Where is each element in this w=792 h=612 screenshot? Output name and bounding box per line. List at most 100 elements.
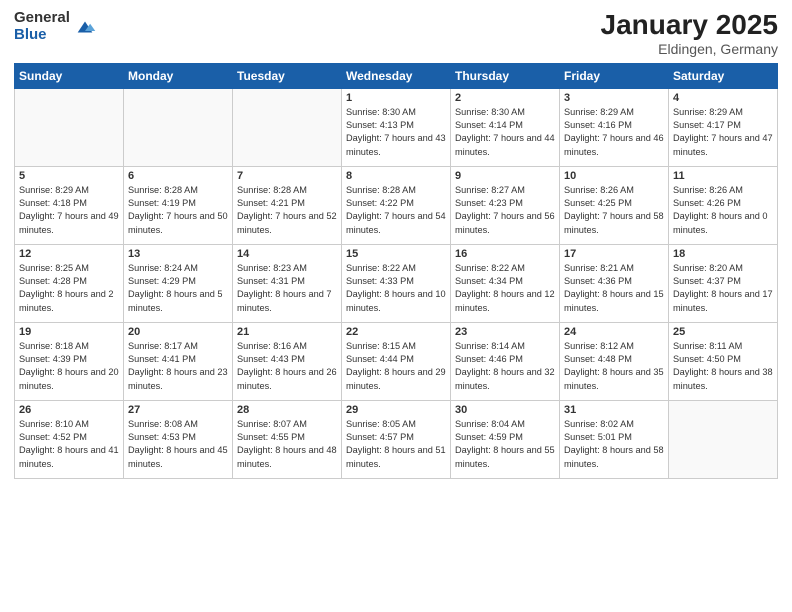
calendar-day-cell: 23Sunrise: 8:14 AMSunset: 4:46 PMDayligh… — [451, 322, 560, 400]
calendar-day-cell — [233, 88, 342, 166]
day-info: Sunrise: 8:08 AMSunset: 4:53 PMDaylight:… — [128, 418, 228, 471]
calendar-day-cell: 15 Sunrise: 8:22 AMSunset: 4:33 PMDayligh… — [342, 244, 451, 322]
calendar-day-cell: 20 Sunrise: 8:17 AMSunset: 4:41 PMDayligh… — [124, 322, 233, 400]
logo-blue-text: Blue — [14, 27, 70, 44]
calendar-day-cell: 12 Sunrise: 8:25 AMSunset: 4:28 PMDayligh… — [15, 244, 124, 322]
calendar-week-row: 1 Sunrise: 8:30 AMSunset: 4:13 PMDaylight… — [15, 88, 778, 166]
day-info: Sunrise: 8:17 AMSunset: 4:41 PMDaylight:… — [128, 340, 228, 393]
day-number: 16 — [455, 248, 555, 260]
day-number: 4 — [673, 92, 773, 104]
weekday-header: Monday — [124, 63, 233, 88]
calendar-week-row: 19 Sunrise: 8:18 AMSunset: 4:39 PMDayligh… — [15, 322, 778, 400]
calendar-title: January 2025 — [601, 10, 778, 41]
weekday-header: Thursday — [451, 63, 560, 88]
day-number: 17 — [564, 248, 664, 260]
calendar-week-row: 12 Sunrise: 8:25 AMSunset: 4:28 PMDayligh… — [15, 244, 778, 322]
calendar-day-cell: 27 Sunrise: 8:08 AMSunset: 4:53 PMDayligh… — [124, 400, 233, 478]
day-info: Sunrise: 8:12 AMSunset: 4:48 PMDaylight:… — [564, 340, 664, 393]
calendar-day-cell: 9Sunrise: 8:27 AMSunset: 4:23 PMDaylight… — [451, 166, 560, 244]
weekday-header: Saturday — [669, 63, 778, 88]
calendar-day-cell: 24Sunrise: 8:12 AMSunset: 4:48 PMDayligh… — [560, 322, 669, 400]
day-info: Sunrise: 8:18 AMSunset: 4:39 PMDaylight:… — [19, 340, 119, 393]
day-number: 15 — [346, 248, 446, 260]
day-number: 19 — [19, 326, 119, 338]
day-info: Sunrise: 8:26 AMSunset: 4:26 PMDaylight:… — [673, 184, 773, 237]
calendar-day-cell: 8 Sunrise: 8:28 AMSunset: 4:22 PMDaylight… — [342, 166, 451, 244]
day-info: Sunrise: 8:07 AMSunset: 4:55 PMDaylight:… — [237, 418, 337, 471]
logo-icon — [74, 16, 96, 38]
day-number: 11 — [673, 170, 773, 182]
calendar-day-cell: 18Sunrise: 8:20 AMSunset: 4:37 PMDayligh… — [669, 244, 778, 322]
calendar-day-cell: 13Sunrise: 8:24 AMSunset: 4:29 PMDayligh… — [124, 244, 233, 322]
day-number: 9 — [455, 170, 555, 182]
calendar-day-cell — [15, 88, 124, 166]
day-info: Sunrise: 8:15 AMSunset: 4:44 PMDaylight:… — [346, 340, 446, 393]
logo: General Blue — [14, 10, 96, 43]
day-info: Sunrise: 8:22 AMSunset: 4:34 PMDaylight:… — [455, 262, 555, 315]
weekday-header: Sunday — [15, 63, 124, 88]
calendar-day-cell: 4 Sunrise: 8:29 AMSunset: 4:17 PMDaylight… — [669, 88, 778, 166]
calendar-day-cell: 25 Sunrise: 8:11 AMSunset: 4:50 PMDayligh… — [669, 322, 778, 400]
day-info: Sunrise: 8:29 AMSunset: 4:16 PMDaylight:… — [564, 106, 664, 159]
day-number: 26 — [19, 404, 119, 416]
calendar-day-cell: 22 Sunrise: 8:15 AMSunset: 4:44 PMDayligh… — [342, 322, 451, 400]
day-info: Sunrise: 8:20 AMSunset: 4:37 PMDaylight:… — [673, 262, 773, 315]
day-number: 7 — [237, 170, 337, 182]
day-number: 28 — [237, 404, 337, 416]
calendar-day-cell — [669, 400, 778, 478]
day-info: Sunrise: 8:02 AMSunset: 5:01 PMDaylight:… — [564, 418, 664, 471]
calendar-day-cell: 2 Sunrise: 8:30 AMSunset: 4:14 PMDaylight… — [451, 88, 560, 166]
logo-general-text: General — [14, 10, 70, 27]
day-info: Sunrise: 8:30 AMSunset: 4:14 PMDaylight:… — [455, 106, 555, 159]
day-info: Sunrise: 8:30 AMSunset: 4:13 PMDaylight:… — [346, 106, 446, 159]
day-info: Sunrise: 8:04 AMSunset: 4:59 PMDaylight:… — [455, 418, 555, 471]
calendar-day-cell: 28 Sunrise: 8:07 AMSunset: 4:55 PMDayligh… — [233, 400, 342, 478]
day-number: 13 — [128, 248, 228, 260]
calendar-day-cell: 16 Sunrise: 8:22 AMSunset: 4:34 PMDayligh… — [451, 244, 560, 322]
calendar-day-cell: 26 Sunrise: 8:10 AMSunset: 4:52 PMDayligh… — [15, 400, 124, 478]
weekday-header-row: SundayMondayTuesdayWednesdayThursdayFrid… — [15, 63, 778, 88]
calendar-day-cell: 3 Sunrise: 8:29 AMSunset: 4:16 PMDaylight… — [560, 88, 669, 166]
day-number: 20 — [128, 326, 228, 338]
day-info: Sunrise: 8:11 AMSunset: 4:50 PMDaylight:… — [673, 340, 773, 393]
day-number: 29 — [346, 404, 446, 416]
title-block: January 2025 Eldingen, Germany — [601, 10, 778, 57]
calendar-day-cell: 7 Sunrise: 8:28 AMSunset: 4:21 PMDaylight… — [233, 166, 342, 244]
calendar-day-cell: 14Sunrise: 8:23 AMSunset: 4:31 PMDayligh… — [233, 244, 342, 322]
day-info: Sunrise: 8:28 AMSunset: 4:21 PMDaylight:… — [237, 184, 337, 237]
weekday-header: Friday — [560, 63, 669, 88]
calendar-day-cell: 19 Sunrise: 8:18 AMSunset: 4:39 PMDayligh… — [15, 322, 124, 400]
day-number: 27 — [128, 404, 228, 416]
day-info: Sunrise: 8:29 AMSunset: 4:17 PMDaylight:… — [673, 106, 773, 159]
calendar-day-cell — [124, 88, 233, 166]
calendar-day-cell: 30Sunrise: 8:04 AMSunset: 4:59 PMDayligh… — [451, 400, 560, 478]
calendar-day-cell: 5Sunrise: 8:29 AMSunset: 4:18 PMDaylight… — [15, 166, 124, 244]
day-number: 25 — [673, 326, 773, 338]
day-info: Sunrise: 8:26 AMSunset: 4:25 PMDaylight:… — [564, 184, 664, 237]
page-header: General Blue January 2025 Eldingen, Germ… — [14, 10, 778, 57]
day-number: 5 — [19, 170, 119, 182]
day-info: Sunrise: 8:21 AMSunset: 4:36 PMDaylight:… — [564, 262, 664, 315]
calendar-day-cell: 11 Sunrise: 8:26 AMSunset: 4:26 PMDayligh… — [669, 166, 778, 244]
weekday-header: Wednesday — [342, 63, 451, 88]
day-info: Sunrise: 8:25 AMSunset: 4:28 PMDaylight:… — [19, 262, 119, 315]
day-number: 3 — [564, 92, 664, 104]
day-number: 21 — [237, 326, 337, 338]
calendar-day-cell: 6Sunrise: 8:28 AMSunset: 4:19 PMDaylight… — [124, 166, 233, 244]
calendar-day-cell: 21Sunrise: 8:16 AMSunset: 4:43 PMDayligh… — [233, 322, 342, 400]
day-number: 2 — [455, 92, 555, 104]
day-info: Sunrise: 8:10 AMSunset: 4:52 PMDaylight:… — [19, 418, 119, 471]
day-number: 1 — [346, 92, 446, 104]
day-info: Sunrise: 8:22 AMSunset: 4:33 PMDaylight:… — [346, 262, 446, 315]
day-number: 22 — [346, 326, 446, 338]
calendar-day-cell: 31 Sunrise: 8:02 AMSunset: 5:01 PMDayligh… — [560, 400, 669, 478]
day-number: 14 — [237, 248, 337, 260]
day-number: 8 — [346, 170, 446, 182]
weekday-header: Tuesday — [233, 63, 342, 88]
day-number: 23 — [455, 326, 555, 338]
calendar-week-row: 5Sunrise: 8:29 AMSunset: 4:18 PMDaylight… — [15, 166, 778, 244]
day-number: 31 — [564, 404, 664, 416]
calendar-table: SundayMondayTuesdayWednesdayThursdayFrid… — [14, 63, 778, 479]
day-number: 12 — [19, 248, 119, 260]
day-info: Sunrise: 8:28 AMSunset: 4:22 PMDaylight:… — [346, 184, 446, 237]
